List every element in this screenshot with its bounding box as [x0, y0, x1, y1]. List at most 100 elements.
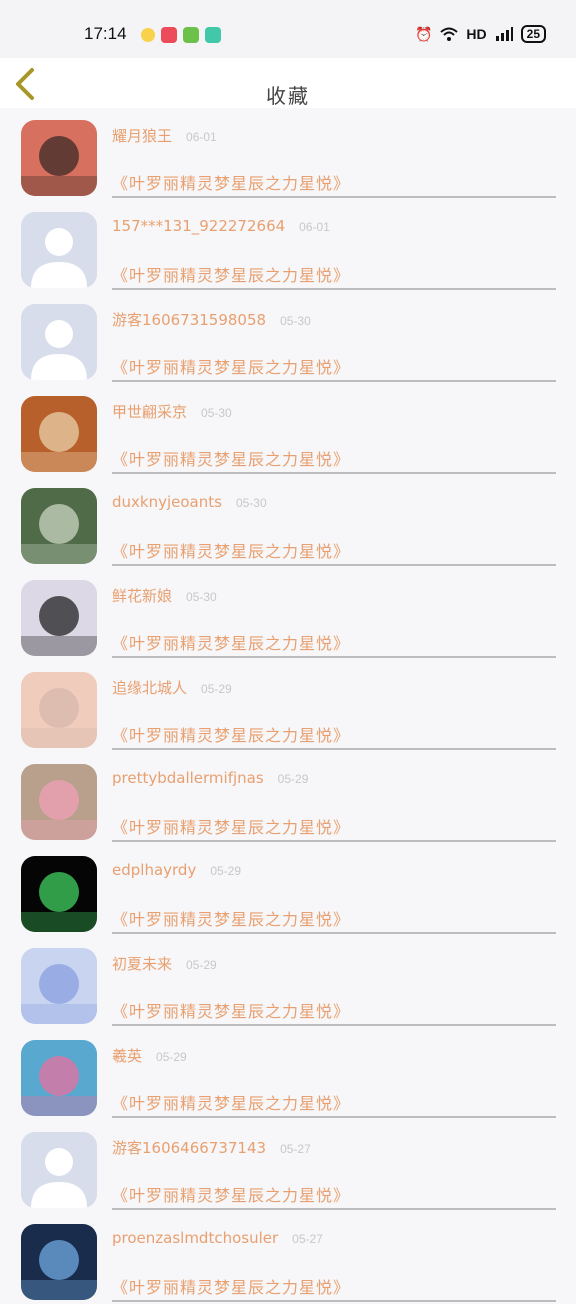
- item-date: 05-30: [235, 496, 267, 510]
- novel-title[interactable]: 《叶罗丽精灵梦星辰之力星悦》: [112, 814, 350, 838]
- app-green-icon: [183, 27, 199, 43]
- list-item[interactable]: 羲英 05-29 《叶罗丽精灵梦星辰之力星悦》: [0, 1028, 576, 1120]
- user-name[interactable]: 157***131_922272664 06-01: [112, 217, 330, 235]
- default-user-icon: [21, 1132, 97, 1208]
- app-teal-icon: [205, 27, 221, 43]
- avatar[interactable]: [21, 856, 97, 932]
- user-name[interactable]: 初夏未来 05-29: [112, 953, 217, 974]
- item-date: 06-01: [299, 220, 330, 234]
- novel-title[interactable]: 《叶罗丽精灵梦星辰之力星悦》: [112, 538, 350, 562]
- anime-girl-colorful-icon: [21, 1040, 97, 1116]
- avatar[interactable]: [21, 1040, 97, 1116]
- divider: [112, 748, 556, 750]
- page-title: 收藏: [266, 84, 310, 108]
- novel-title[interactable]: 《叶罗丽精灵梦星辰之力星悦》: [112, 1090, 350, 1114]
- item-date: 05-29: [277, 772, 309, 786]
- selfie-girl-icon: [21, 672, 97, 748]
- novel-title[interactable]: 《叶罗丽精灵梦星辰之力星悦》: [112, 1182, 350, 1206]
- user-name[interactable]: 追缘北城人 05-29: [112, 677, 232, 698]
- item-date: 05-29: [186, 958, 217, 972]
- skull-art-icon: [21, 856, 97, 932]
- user-name[interactable]: proenzaslmdtchosuler 05-27: [112, 1229, 323, 1247]
- novel-title[interactable]: 《叶罗丽精灵梦星辰之力星悦》: [112, 906, 350, 930]
- avatar[interactable]: [21, 304, 97, 380]
- list-item[interactable]: 鲜花新娘 05-30 《叶罗丽精灵梦星辰之力星悦》: [0, 568, 576, 660]
- divider: [112, 656, 556, 658]
- default-user-icon: [21, 304, 97, 380]
- novel-title[interactable]: 《叶罗丽精灵梦星辰之力星悦》: [112, 262, 350, 286]
- list-item[interactable]: 耀月狼王 06-01 《叶罗丽精灵梦星辰之力星悦》: [0, 108, 576, 200]
- list-item[interactable]: edplhayrdy 05-29 《叶罗丽精灵梦星辰之力星悦》: [0, 844, 576, 936]
- item-date: 05-27: [292, 1232, 323, 1246]
- favorites-list: 耀月狼王 06-01 《叶罗丽精灵梦星辰之力星悦》 157***131_92227…: [0, 108, 576, 1304]
- user-name[interactable]: 游客1606466737143 05-27: [112, 1137, 311, 1158]
- status-bar: 17:14 ⏰ HD 25: [0, 0, 576, 58]
- item-date: 05-29: [201, 682, 232, 696]
- divider: [112, 840, 556, 842]
- avatar[interactable]: [21, 764, 97, 840]
- shoes-icon: [21, 764, 97, 840]
- divider: [112, 380, 556, 382]
- avatar[interactable]: [21, 120, 97, 196]
- app-red-icon: [161, 27, 177, 43]
- novel-title[interactable]: 《叶罗丽精灵梦星辰之力星悦》: [112, 630, 350, 654]
- list-item[interactable]: 追缘北城人 05-29 《叶罗丽精灵梦星辰之力星悦》: [0, 660, 576, 752]
- divider: [112, 564, 556, 566]
- signal-icon: [495, 27, 513, 41]
- novel-title[interactable]: 《叶罗丽精灵梦星辰之力星悦》: [112, 998, 350, 1022]
- girl-portrait-icon: [21, 580, 97, 656]
- novel-title[interactable]: 《叶罗丽精灵梦星辰之力星悦》: [112, 722, 350, 746]
- item-date: 05-30: [186, 590, 217, 604]
- divider: [112, 1300, 556, 1302]
- divider: [112, 288, 556, 290]
- avatar[interactable]: [21, 580, 97, 656]
- avatar[interactable]: [21, 948, 97, 1024]
- wifi-icon: [440, 27, 459, 41]
- novel-title[interactable]: 《叶罗丽精灵梦星辰之力星悦》: [112, 170, 350, 194]
- default-user-icon: [21, 212, 97, 288]
- avatar[interactable]: [21, 396, 97, 472]
- item-date: 05-30: [201, 406, 232, 420]
- user-name[interactable]: prettybdallermifjnas 05-29: [112, 769, 308, 787]
- list-item[interactable]: duxknyjeoants 05-30 《叶罗丽精灵梦星辰之力星悦》: [0, 476, 576, 568]
- avatar[interactable]: [21, 488, 97, 564]
- network-label: HD: [466, 26, 487, 42]
- window-plants-icon: [21, 488, 97, 564]
- alarm-icon: ⏰: [414, 25, 433, 42]
- user-name[interactable]: 耀月狼王 06-01: [112, 125, 217, 146]
- status-time: 17:14: [84, 24, 127, 43]
- item-date: 05-30: [280, 314, 311, 328]
- list-item[interactable]: proenzaslmdtchosuler 05-27 《叶罗丽精灵梦星辰之力星悦》: [0, 1212, 576, 1304]
- novel-title[interactable]: 《叶罗丽精灵梦星辰之力星悦》: [112, 1274, 350, 1298]
- novel-title[interactable]: 《叶罗丽精灵梦星辰之力星悦》: [112, 446, 350, 470]
- list-item[interactable]: prettybdallermifjnas 05-29 《叶罗丽精灵梦星辰之力星悦》: [0, 752, 576, 844]
- novel-title[interactable]: 《叶罗丽精灵梦星辰之力星悦》: [112, 354, 350, 378]
- alarm-clock-bear-icon: [21, 396, 97, 472]
- list-item[interactable]: 游客1606731598058 05-30 《叶罗丽精灵梦星辰之力星悦》: [0, 292, 576, 384]
- item-date: 05-29: [210, 864, 242, 878]
- avatar[interactable]: [21, 672, 97, 748]
- user-name[interactable]: 游客1606731598058 05-30: [112, 309, 311, 330]
- user-name[interactable]: 羲英 05-29: [112, 1045, 187, 1066]
- avatar[interactable]: [21, 1132, 97, 1208]
- user-name[interactable]: duxknyjeoants 05-30: [112, 493, 267, 511]
- divider: [112, 196, 556, 198]
- divider: [112, 932, 556, 934]
- anime-girl-blue-icon: [21, 948, 97, 1024]
- divider: [112, 1024, 556, 1026]
- divider: [112, 1208, 556, 1210]
- item-date: 06-01: [186, 130, 217, 144]
- header: 收藏: [0, 58, 576, 108]
- list-item[interactable]: 游客1606466737143 05-27 《叶罗丽精灵梦星辰之力星悦》: [0, 1120, 576, 1212]
- avatar[interactable]: [21, 212, 97, 288]
- divider: [112, 472, 556, 474]
- avatar[interactable]: [21, 1224, 97, 1300]
- item-date: 05-29: [156, 1050, 187, 1064]
- list-item[interactable]: 初夏未来 05-29 《叶罗丽精灵梦星辰之力星悦》: [0, 936, 576, 1028]
- user-name[interactable]: 鲜花新娘 05-30: [112, 585, 217, 606]
- list-item[interactable]: 甲世翩采京 05-30 《叶罗丽精灵梦星辰之力星悦》: [0, 384, 576, 476]
- list-item[interactable]: 157***131_922272664 06-01 《叶罗丽精灵梦星辰之力星悦》: [0, 200, 576, 292]
- user-name[interactable]: 甲世翩采京 05-30: [112, 401, 232, 422]
- photo-boy-icon: [21, 120, 97, 196]
- user-name[interactable]: edplhayrdy 05-29: [112, 861, 241, 879]
